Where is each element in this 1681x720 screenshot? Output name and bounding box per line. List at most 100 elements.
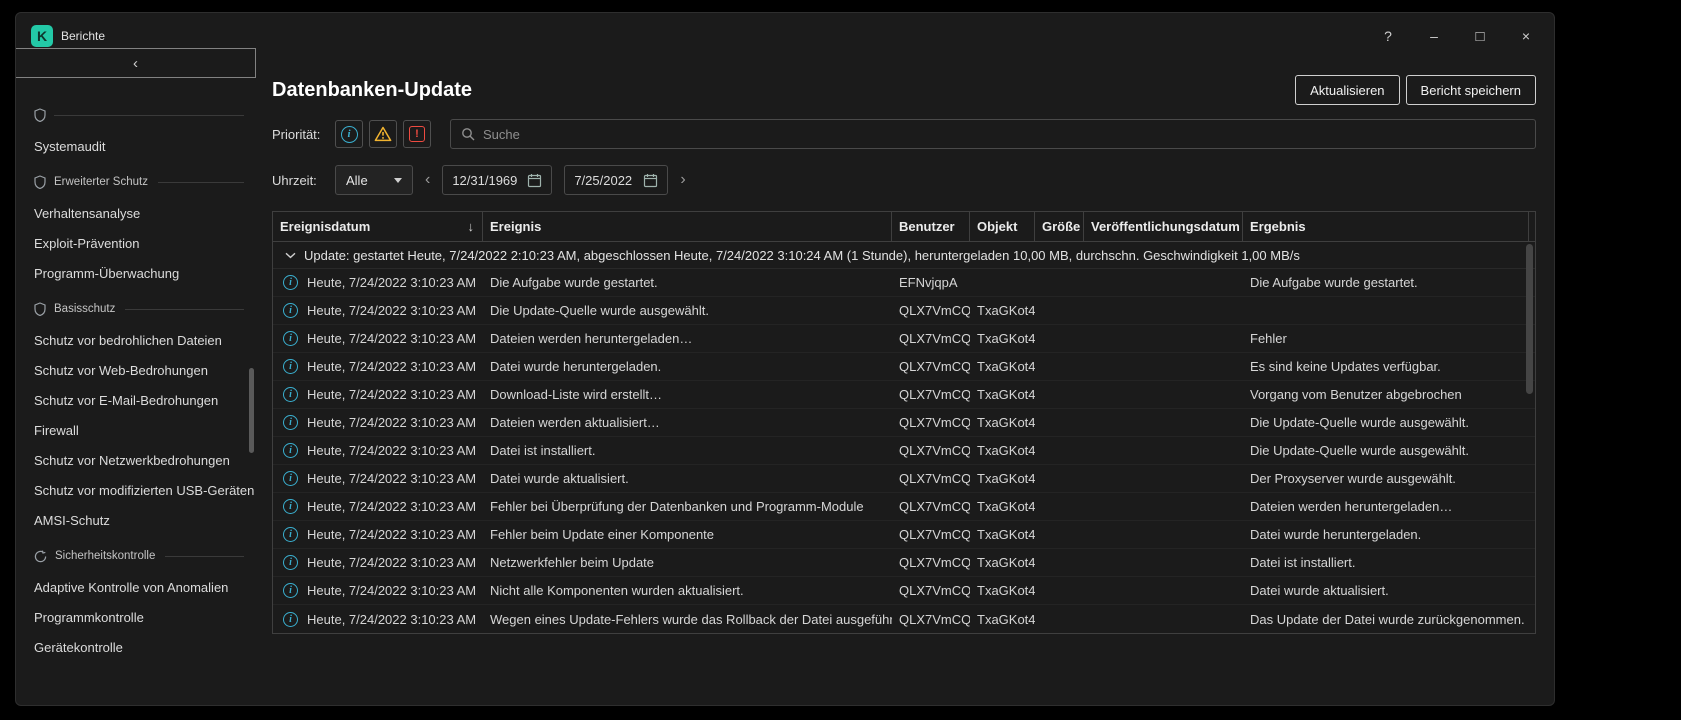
calendar-icon	[643, 173, 658, 188]
event-user: QLX7VmCQ	[892, 297, 970, 324]
table-row[interactable]: i Heute, 7/24/2022 3:10:23 AM Datei ist …	[273, 437, 1535, 465]
event-date: Heute, 7/24/2022 3:10:23 AM	[307, 499, 476, 514]
time-range-select[interactable]: Alle	[335, 165, 413, 195]
shield-icon	[34, 175, 46, 189]
event-object: TxaGKot4	[970, 325, 1035, 352]
priority-info-button[interactable]: i	[335, 120, 363, 148]
sidebar-item[interactable]: Programmkontrolle	[16, 602, 256, 632]
sidebar-item[interactable]: Exploit-Prävention	[16, 228, 256, 258]
table-row[interactable]: i Heute, 7/24/2022 3:10:23 AM Dateien we…	[273, 325, 1535, 353]
time-range-value: Alle	[346, 173, 368, 188]
event-size	[1035, 297, 1084, 324]
security-control-icon	[34, 550, 47, 563]
info-icon: i	[283, 275, 298, 290]
event-result: Datei ist installiert.	[1243, 549, 1529, 576]
info-icon: i	[341, 126, 358, 143]
event-date: Heute, 7/24/2022 3:10:23 AM	[307, 612, 476, 627]
sort-descending-icon[interactable]: ↓	[468, 219, 475, 234]
table-row[interactable]: i Heute, 7/24/2022 3:10:23 AM Nicht alle…	[273, 577, 1535, 605]
search-icon	[461, 127, 475, 141]
table-row[interactable]: i Heute, 7/24/2022 3:10:23 AM Download-L…	[273, 381, 1535, 409]
sidebar-item[interactable]: AMSI-Schutz	[16, 505, 256, 535]
sidebar-item[interactable]: Adaptive Kontrolle von Anomalien	[16, 572, 256, 602]
sidebar-scrollbar[interactable]	[249, 368, 254, 453]
column-header-user[interactable]: Benutzer	[892, 212, 970, 241]
column-header-event[interactable]: Ereignis	[483, 212, 892, 241]
sidebar-item[interactable]: Schutz vor bedrohlichen Dateien	[16, 325, 256, 355]
event-result	[1243, 297, 1529, 324]
time-label: Uhrzeit:	[272, 173, 335, 188]
table-row[interactable]: i Heute, 7/24/2022 3:10:23 AM Die Aufgab…	[273, 269, 1535, 297]
table-row[interactable]: i Heute, 7/24/2022 3:10:23 AM Die Update…	[273, 297, 1535, 325]
event-user: EFNvjqpA	[892, 269, 970, 296]
minimize-button[interactable]: –	[1424, 28, 1444, 45]
event-user: QLX7VmCQ	[892, 493, 970, 520]
event-size	[1035, 577, 1084, 604]
info-icon: i	[283, 555, 298, 570]
date-to-value: 7/25/2022	[574, 173, 632, 188]
events-table: Ereignisdatum ↓ Ereignis Benutzer Objekt…	[272, 211, 1536, 634]
previous-period-button[interactable]: ‹	[425, 171, 430, 189]
event-pubdate	[1084, 381, 1243, 408]
info-icon: i	[283, 471, 298, 486]
priority-warning-button[interactable]	[369, 120, 397, 148]
chevron-left-icon: ‹	[133, 55, 138, 72]
maximize-button[interactable]: □	[1470, 28, 1490, 45]
close-button[interactable]: ×	[1516, 28, 1536, 45]
table-row[interactable]: i Heute, 7/24/2022 3:10:23 AM Datei wurd…	[273, 353, 1535, 381]
sidebar-item[interactable]: Programm-Überwachung	[16, 258, 256, 288]
event-pubdate	[1084, 269, 1243, 296]
column-header-date[interactable]: Ereignisdatum ↓	[273, 212, 483, 241]
event-result: Das Update der Datei wurde zurückgenomme…	[1243, 605, 1529, 633]
table-row[interactable]: i Heute, 7/24/2022 3:10:23 AM Fehler bei…	[273, 521, 1535, 549]
sidebar-item[interactable]: Systemaudit	[16, 131, 256, 161]
search-input[interactable]	[483, 127, 1525, 142]
event-object: TxaGKot4	[970, 409, 1035, 436]
table-row[interactable]: i Heute, 7/24/2022 3:10:23 AM Datei wurd…	[273, 465, 1535, 493]
page-title: Datenbanken-Update	[272, 79, 472, 102]
save-report-button[interactable]: Bericht speichern	[1406, 75, 1536, 105]
event-size	[1035, 521, 1084, 548]
sidebar-section: Erweiterter Schutz	[16, 166, 256, 198]
help-button[interactable]: ?	[1378, 28, 1398, 45]
event-pubdate	[1084, 465, 1243, 492]
search-box[interactable]	[450, 119, 1536, 149]
column-header-result[interactable]: Ergebnis	[1243, 212, 1529, 241]
sidebar-item[interactable]: Firewall	[16, 415, 256, 445]
event-pubdate	[1084, 493, 1243, 520]
event-object: TxaGKot4	[970, 381, 1035, 408]
event-pubdate	[1084, 325, 1243, 352]
sidebar-item[interactable]: Schutz vor E-Mail-Bedrohungen	[16, 385, 256, 415]
sidebar-item[interactable]: Gerätekontrolle	[16, 632, 256, 662]
event-pubdate	[1084, 437, 1243, 464]
sidebar-item[interactable]: Schutz vor modifizierten USB-Geräten	[16, 475, 256, 505]
priority-critical-button[interactable]: !	[403, 120, 431, 148]
sidebar-item[interactable]: Schutz vor Netzwerkbedrohungen	[16, 445, 256, 475]
event-date: Heute, 7/24/2022 3:10:23 AM	[307, 387, 476, 402]
column-header-pubdate[interactable]: Veröffentlichungsdatum	[1084, 212, 1243, 241]
refresh-button[interactable]: Aktualisieren	[1295, 75, 1399, 105]
sidebar-item[interactable]: Verhaltensanalyse	[16, 198, 256, 228]
sidebar-item[interactable]: Schutz vor Web-Bedrohungen	[16, 355, 256, 385]
column-header-object[interactable]: Objekt	[970, 212, 1035, 241]
info-icon: i	[283, 527, 298, 542]
table-row[interactable]: i Heute, 7/24/2022 3:10:23 AM Netzwerkfe…	[273, 549, 1535, 577]
sidebar-section-label: Erweiterter Schutz	[54, 176, 148, 188]
event-date: Heute, 7/24/2022 3:10:23 AM	[307, 583, 476, 598]
event-date: Heute, 7/24/2022 3:10:23 AM	[307, 303, 476, 318]
table-row[interactable]: i Heute, 7/24/2022 3:10:23 AM Fehler bei…	[273, 493, 1535, 521]
shield-icon	[34, 302, 46, 316]
sidebar-collapse-button[interactable]: ‹	[15, 48, 256, 78]
date-to-field[interactable]: 7/25/2022	[564, 165, 668, 195]
event-size	[1035, 325, 1084, 352]
event-text: Dateien werden aktualisiert…	[483, 409, 892, 436]
group-row[interactable]: Update: gestartet Heute, 7/24/2022 2:10:…	[273, 242, 1535, 269]
table-row[interactable]: i Heute, 7/24/2022 3:10:23 AM Wegen eine…	[273, 605, 1535, 633]
table-row[interactable]: i Heute, 7/24/2022 3:10:23 AM Dateien we…	[273, 409, 1535, 437]
table-scrollbar[interactable]	[1526, 244, 1533, 394]
info-icon: i	[283, 387, 298, 402]
column-header-size[interactable]: Größe	[1035, 212, 1084, 241]
date-from-field[interactable]: 12/31/1969	[442, 165, 552, 195]
event-text: Datei ist installiert.	[483, 437, 892, 464]
next-period-button[interactable]: ›	[680, 171, 685, 189]
